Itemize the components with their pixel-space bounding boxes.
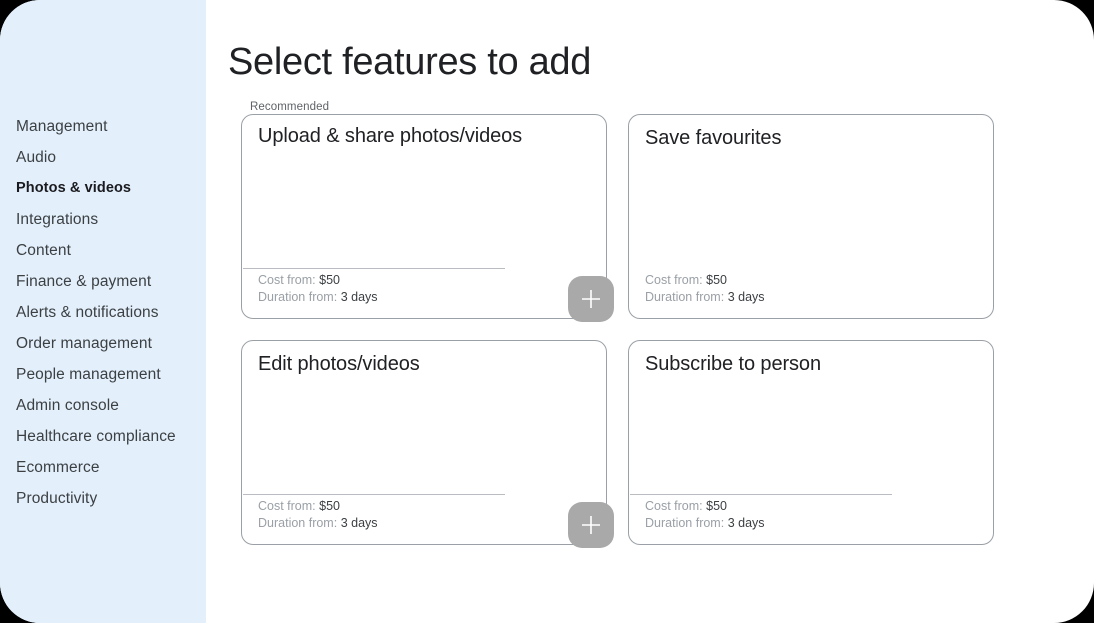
duration-label: Duration from: — [645, 516, 725, 530]
sidebar-item-admin-console[interactable]: Admin console — [0, 390, 206, 421]
duration-row: Duration from: 3 days — [258, 515, 378, 532]
sidebar-item-alerts-notifications[interactable]: Alerts & notifications — [0, 297, 206, 328]
page-title: Select features to add — [228, 41, 592, 84]
cost-row: Cost from: $50 — [645, 498, 765, 515]
cost-label: Cost from: — [645, 273, 703, 287]
sidebar-item-finance-payment[interactable]: Finance & payment — [0, 266, 206, 297]
plus-icon — [582, 516, 600, 534]
sidebar-item-ecommerce[interactable]: Ecommerce — [0, 452, 206, 483]
duration-value: 3 days — [340, 516, 378, 530]
sidebar-item-management[interactable]: Management — [0, 111, 206, 142]
cost-label: Cost from: — [258, 273, 316, 287]
duration-label: Duration from: — [258, 516, 338, 530]
cost-value: $50 — [706, 273, 727, 287]
cost-value: $50 — [319, 273, 340, 287]
sidebar-nav-list: Management Audio Photos & videos Integratio… — [0, 111, 206, 514]
sidebar-item-productivity[interactable]: Productivity — [0, 483, 206, 514]
feature-card-title: Upload & share photos/videos — [258, 125, 523, 147]
duration-value: 3 days — [727, 290, 765, 304]
feature-card[interactable]: Edit photos/videos Cost from: $50 Duration… — [241, 340, 614, 548]
feature-card-meta: Cost from: $50 Duration from: 3 days — [258, 498, 378, 532]
sidebar-item-healthcare-compliance[interactable]: Healthcare compliance — [0, 421, 206, 452]
cost-row: Cost from: $50 — [645, 272, 765, 289]
feature-card-title: Edit photos/videos — [258, 353, 420, 375]
duration-row: Duration from: 3 days — [258, 289, 378, 306]
sidebar-item-content[interactable]: Content — [0, 235, 206, 266]
duration-label: Duration from: — [258, 290, 338, 304]
add-feature-button[interactable] — [568, 502, 614, 548]
duration-row: Duration from: 3 days — [645, 515, 765, 532]
duration-value: 3 days — [340, 290, 378, 304]
recommended-group-label: Recommended — [247, 101, 333, 113]
sidebar-item-order-management[interactable]: Order management — [0, 328, 206, 359]
duration-label: Duration from: — [645, 290, 725, 304]
feature-card[interactable]: Subscribe to person Cost from: $50 Duratio… — [628, 340, 994, 545]
cost-value: $50 — [319, 499, 340, 513]
duration-value: 3 days — [727, 516, 765, 530]
cost-value: $50 — [706, 499, 727, 513]
add-feature-button[interactable] — [568, 276, 614, 322]
plus-icon — [582, 290, 600, 308]
feature-card-title: Save favourites — [645, 127, 782, 149]
cost-row: Cost from: $50 — [258, 498, 378, 515]
cost-label: Cost from: — [258, 499, 316, 513]
sidebar-item-photos-videos[interactable]: Photos & videos — [0, 173, 206, 204]
feature-card-divider — [243, 268, 505, 269]
feature-card-title: Subscribe to person — [645, 353, 821, 375]
sidebar-item-integrations[interactable]: Integrations — [0, 204, 206, 235]
sidebar-item-audio[interactable]: Audio — [0, 142, 206, 173]
sidebar-item-people-management[interactable]: People management — [0, 359, 206, 390]
sidebar: Management Audio Photos & videos Integratio… — [0, 0, 206, 623]
feature-card-divider — [630, 494, 892, 495]
feature-card[interactable]: Save favourites Cost from: $50 Duration fr… — [628, 114, 994, 319]
feature-card-meta: Cost from: $50 Duration from: 3 days — [645, 272, 765, 306]
duration-row: Duration from: 3 days — [645, 289, 765, 306]
app-window: Management Audio Photos & videos Integratio… — [0, 0, 1094, 623]
feature-card-divider — [243, 494, 505, 495]
feature-card-meta: Cost from: $50 Duration from: 3 days — [258, 272, 378, 306]
feature-card-meta: Cost from: $50 Duration from: 3 days — [645, 498, 765, 532]
main-content: Select features to add Recommended Uploa… — [206, 0, 1094, 623]
cost-row: Cost from: $50 — [258, 272, 378, 289]
feature-card[interactable]: Upload & share photos/videos Cost from: $… — [241, 114, 614, 322]
cost-label: Cost from: — [645, 499, 703, 513]
